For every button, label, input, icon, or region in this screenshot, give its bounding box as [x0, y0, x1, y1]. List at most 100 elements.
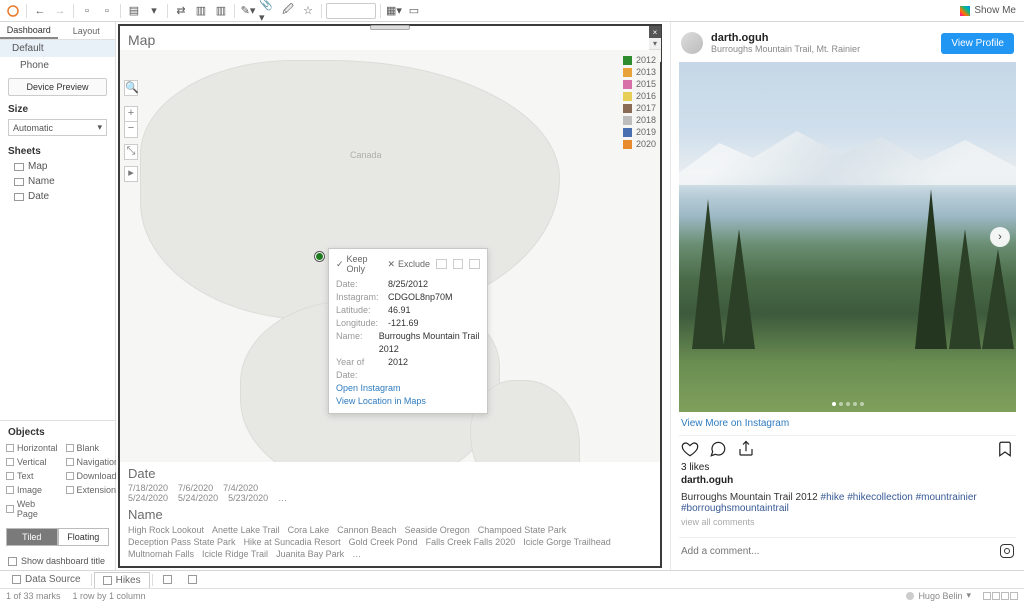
- new-data-icon[interactable]: ▤: [125, 3, 143, 19]
- new-worksheet-icon[interactable]: [155, 573, 180, 586]
- name-item[interactable]: Seaside Oregon: [405, 524, 470, 536]
- highlight-icon[interactable]: ✎▾: [239, 3, 257, 19]
- name-item[interactable]: Icicle Ridge Trail: [202, 548, 268, 560]
- pin-icon[interactable]: ▸: [124, 166, 138, 182]
- name-item[interactable]: Multnomah Falls: [128, 548, 194, 560]
- obj-vertical[interactable]: Vertical: [4, 456, 60, 468]
- legend-item[interactable]: 2019: [623, 126, 656, 138]
- legend-item[interactable]: 2018: [623, 114, 656, 126]
- name-item[interactable]: Falls Creek Falls 2020: [426, 536, 516, 548]
- legend-item[interactable]: 2013: [623, 66, 656, 78]
- dashboard-canvas[interactable]: × ▾ ↗ Map Canada Mexico Colombia 🔍 + − ⤡…: [118, 24, 662, 568]
- zoom-out-icon[interactable]: −: [124, 122, 138, 138]
- obj-blank[interactable]: Blank: [64, 442, 122, 454]
- attach-icon[interactable]: 📎▾: [259, 3, 277, 19]
- comment-icon[interactable]: [709, 440, 727, 458]
- view-mode-icons[interactable]: [983, 592, 1018, 600]
- view-comments-link[interactable]: view all comments: [679, 517, 1016, 537]
- name-item[interactable]: Juanita Bay Park: [276, 548, 344, 560]
- refresh-icon[interactable]: ▾: [145, 3, 163, 19]
- sheet-name[interactable]: Name: [0, 174, 115, 189]
- save-icon[interactable]: ▫: [78, 3, 96, 19]
- device-default[interactable]: Default: [0, 40, 115, 57]
- name-item[interactable]: Cora Lake: [288, 524, 330, 536]
- obj-webpage[interactable]: Web Page: [4, 498, 60, 520]
- name-item[interactable]: Anette Lake Trail: [212, 524, 280, 536]
- show-me-button[interactable]: Show Me: [960, 5, 1016, 16]
- sort-desc-icon[interactable]: ▥: [212, 3, 230, 19]
- device-preview-button[interactable]: Device Preview: [8, 78, 107, 96]
- date-item[interactable]: 7/4/2020: [223, 483, 258, 493]
- date-item[interactable]: 5/24/2020: [128, 493, 168, 503]
- instagram-icon[interactable]: [1000, 544, 1014, 558]
- obj-navigation[interactable]: Navigation: [64, 456, 122, 468]
- show-title-row[interactable]: Show dashboard title: [0, 552, 115, 570]
- tab-dashboard[interactable]: Dashboard: [0, 22, 58, 39]
- forward-button[interactable]: →: [51, 3, 69, 19]
- date-item[interactable]: 5/24/2020: [178, 493, 218, 503]
- date-item[interactable]: 7/18/2020: [128, 483, 168, 493]
- name-item[interactable]: Champoed State Park: [478, 524, 567, 536]
- sheet-date[interactable]: Date: [0, 189, 115, 204]
- view-data-icon[interactable]: [469, 259, 480, 269]
- tiled-button[interactable]: Tiled: [6, 528, 58, 546]
- drag-handle[interactable]: [370, 25, 410, 30]
- sheet-map[interactable]: Map: [0, 159, 115, 174]
- obj-text[interactable]: Text: [4, 470, 60, 482]
- like-icon[interactable]: [681, 440, 699, 458]
- obj-extension[interactable]: Extension: [64, 484, 122, 496]
- close-icon[interactable]: ×: [649, 26, 661, 38]
- view-in-maps-link[interactable]: View Location in Maps: [336, 395, 480, 408]
- swap-icon[interactable]: ⇄: [172, 3, 190, 19]
- data-source-tab[interactable]: Data Source: [4, 572, 89, 587]
- present-icon[interactable]: ▭: [405, 3, 423, 19]
- obj-image[interactable]: Image: [4, 484, 60, 496]
- filter-icon[interactable]: ▾: [649, 38, 661, 50]
- date-item[interactable]: 5/23/2020: [228, 493, 268, 503]
- back-button[interactable]: ←: [31, 3, 49, 19]
- new-sheet-icon[interactable]: ▫: [98, 3, 116, 19]
- date-item[interactable]: …: [278, 493, 287, 503]
- legend-item[interactable]: 2020: [623, 138, 656, 150]
- ig-photo[interactable]: ›: [679, 62, 1016, 412]
- name-list[interactable]: High Rock Lookout Anette Lake Trail Cora L…: [120, 522, 660, 566]
- hashtag[interactable]: #mountrainier: [916, 492, 977, 503]
- floating-button[interactable]: Floating: [58, 528, 110, 546]
- logo-icon[interactable]: [4, 3, 22, 19]
- tooltip-icon[interactable]: 🖉: [279, 3, 297, 19]
- legend-item[interactable]: 2016: [623, 90, 656, 102]
- avatar[interactable]: [681, 32, 703, 54]
- exclude-button[interactable]: ✕ Exclude: [387, 259, 430, 270]
- view-profile-button[interactable]: View Profile: [941, 33, 1014, 54]
- open-instagram-link[interactable]: Open Instagram: [336, 382, 480, 395]
- ig-username[interactable]: darth.oguh: [711, 32, 933, 44]
- map-marker[interactable]: [315, 252, 324, 261]
- name-item[interactable]: High Rock Lookout: [128, 524, 204, 536]
- new-dashboard-icon[interactable]: [180, 573, 205, 586]
- poster-username[interactable]: darth.oguh: [679, 473, 1016, 492]
- legend-item[interactable]: 2015: [623, 78, 656, 90]
- map-search-icon[interactable]: 🔍: [124, 80, 138, 96]
- tab-layout[interactable]: Layout: [58, 22, 116, 39]
- fit-dropdown[interactable]: [326, 3, 376, 19]
- set-icon[interactable]: [453, 259, 464, 269]
- date-list[interactable]: 7/18/2020 7/6/2020 7/4/2020 5/24/2020 5/24/2…: [120, 481, 660, 505]
- legend-item[interactable]: 2017: [623, 102, 656, 114]
- sort-asc-icon[interactable]: ▥: [192, 3, 210, 19]
- map-viz[interactable]: Canada Mexico Colombia 🔍 + − ⤡ ▸ 2012201…: [120, 50, 660, 462]
- ig-location[interactable]: Burroughs Mountain Trail, Mt. Rainier: [711, 44, 933, 54]
- map-legend[interactable]: 20122013201520162017201820192020: [623, 54, 656, 150]
- hashtag[interactable]: #borroughsmountaintrail: [681, 503, 789, 514]
- name-item[interactable]: Cannon Beach: [337, 524, 397, 536]
- likes-count[interactable]: 3 likes: [679, 462, 1016, 473]
- zoom-in-icon[interactable]: +: [124, 106, 138, 122]
- share-icon[interactable]: [737, 440, 755, 458]
- name-item[interactable]: Deception Pass State Park: [128, 536, 236, 548]
- hashtag[interactable]: #hikecollection: [847, 492, 915, 503]
- hikes-tab[interactable]: Hikes: [94, 572, 150, 588]
- view-more-link[interactable]: View More on Instagram: [679, 412, 1016, 435]
- size-dropdown[interactable]: Automatic▾: [8, 119, 107, 136]
- date-item[interactable]: 7/6/2020: [178, 483, 213, 493]
- cards-icon[interactable]: ▦▾: [385, 3, 403, 19]
- pan-icon[interactable]: ⤡: [124, 144, 138, 160]
